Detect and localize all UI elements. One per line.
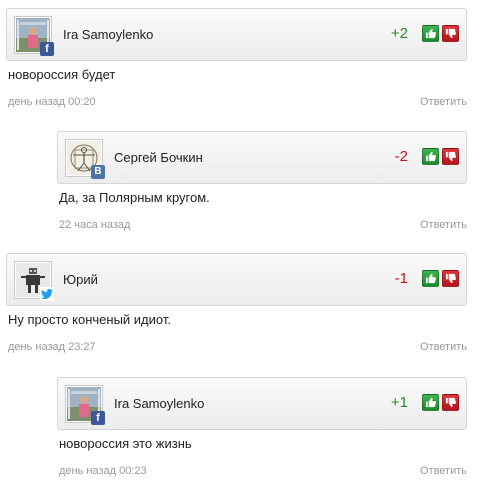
vkontakte-icon: B xyxy=(91,165,105,179)
avatar[interactable] xyxy=(14,261,54,301)
rating-score: -1 xyxy=(394,270,408,287)
comment: f Ira Samoylenko +2 новороссия будет ден… xyxy=(6,8,467,110)
comment-header: f Ira Samoylenko +1 xyxy=(57,377,467,430)
comment-reply: B Сергей Бочкин -2 Да, за Полярным круго… xyxy=(57,131,467,233)
dislike-button[interactable] xyxy=(442,25,459,42)
comment-time: день назад 00:23 xyxy=(59,465,147,477)
thumbs-down-icon xyxy=(445,397,456,408)
like-button[interactable] xyxy=(422,270,439,287)
avatar[interactable]: B xyxy=(65,139,105,179)
comment-meta: день назад 00:23 Ответить xyxy=(59,465,467,479)
avatar[interactable]: f xyxy=(65,385,105,425)
reply-link[interactable]: Ответить xyxy=(420,341,467,353)
like-button[interactable] xyxy=(422,25,439,42)
comment-header: B Сергей Бочкин -2 xyxy=(57,131,467,184)
rating-score: -2 xyxy=(394,148,408,165)
comment-time: день назад 23:27 xyxy=(8,341,96,353)
thumbs-down-icon xyxy=(445,28,456,39)
like-button[interactable] xyxy=(422,148,439,165)
comment-header: Юрий -1 xyxy=(6,253,467,306)
reply-link[interactable]: Ответить xyxy=(420,96,467,108)
comment-meta: 22 часа назад Ответить xyxy=(59,219,467,233)
rating-score: +1 xyxy=(390,394,408,411)
comment-text: новороссия будет xyxy=(8,67,116,82)
comment-thread: f Ira Samoylenko +2 новороссия будет ден… xyxy=(0,0,485,484)
thumbs-up-icon xyxy=(425,397,436,408)
comment: Юрий -1 Ну просто конченый идиот. день н… xyxy=(6,253,467,355)
facebook-icon: f xyxy=(91,411,105,425)
comment-time: 22 часа назад xyxy=(59,219,131,231)
dislike-button[interactable] xyxy=(442,148,459,165)
comment-meta: день назад 00:20 Ответить xyxy=(8,96,467,110)
comment-text: Да, за Полярным кругом. xyxy=(59,190,210,205)
thumbs-up-icon xyxy=(425,151,436,162)
author-name[interactable]: Сергей Бочкин xyxy=(114,150,203,165)
author-name[interactable]: Ira Samoylenko xyxy=(63,27,153,42)
comment-text: Ну просто конченый идиот. xyxy=(8,312,171,327)
author-name[interactable]: Ira Samoylenko xyxy=(114,396,204,411)
thumbs-up-icon xyxy=(425,28,436,39)
dislike-button[interactable] xyxy=(442,270,459,287)
avatar[interactable]: f xyxy=(14,16,54,56)
comment-meta: день назад 23:27 Ответить xyxy=(8,341,467,355)
like-button[interactable] xyxy=(422,394,439,411)
comment-reply: f Ira Samoylenko +1 новороссия это жизнь… xyxy=(57,377,467,479)
comment-time: день назад 00:20 xyxy=(8,96,96,108)
comment-header: f Ira Samoylenko +2 xyxy=(6,8,467,61)
reply-link[interactable]: Ответить xyxy=(420,465,467,477)
rating-score: +2 xyxy=(390,25,408,42)
dislike-button[interactable] xyxy=(442,394,459,411)
author-name[interactable]: Юрий xyxy=(63,272,98,287)
thumbs-up-icon xyxy=(425,273,436,284)
thumbs-down-icon xyxy=(445,273,456,284)
comment-text: новороссия это жизнь xyxy=(59,436,192,451)
facebook-icon: f xyxy=(40,42,54,56)
thumbs-down-icon xyxy=(445,151,456,162)
twitter-icon xyxy=(40,287,54,301)
reply-link[interactable]: Ответить xyxy=(420,219,467,231)
